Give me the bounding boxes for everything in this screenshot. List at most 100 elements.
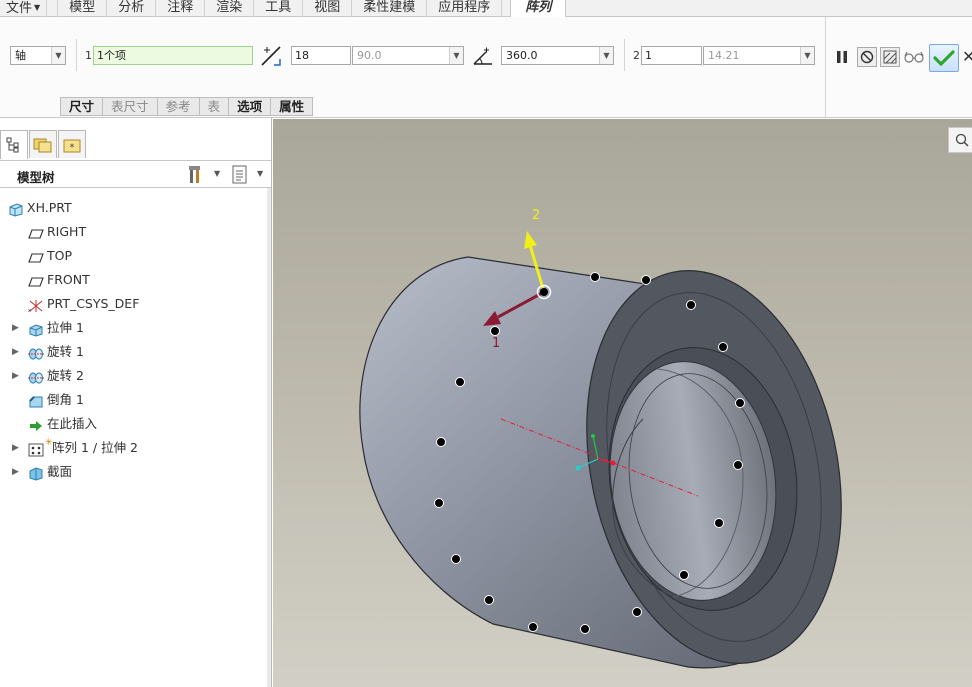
section-icon (28, 465, 44, 481)
pattern-member-point[interactable] (679, 570, 689, 580)
part-cylinder[interactable] (359, 247, 876, 687)
datum-plane-icon (28, 273, 44, 287)
tab-model-tree[interactable] (0, 130, 28, 159)
tree-item[interactable]: ▶ 旋转 2 (0, 364, 271, 388)
pattern-member-point[interactable] (434, 498, 444, 508)
subtab-dimensions[interactable]: 尺寸 (60, 97, 104, 116)
tab-favorites[interactable]: * (58, 130, 86, 158)
tree-item[interactable]: RIGHT (0, 220, 271, 244)
tab-folder-browser[interactable] (29, 130, 57, 158)
pattern-member-point[interactable] (484, 595, 494, 605)
no-preview-button[interactable] (857, 47, 877, 67)
model-tree-title: 模型树 (17, 170, 55, 185)
model-tree-icon (6, 137, 19, 153)
pattern-member-point[interactable] (733, 460, 743, 470)
subtab-table-dimensions[interactable]: 表尺寸 (103, 97, 158, 116)
tree-settings-tools-icon[interactable] (187, 164, 209, 186)
view-toolbar[interactable] (948, 127, 972, 153)
chevron-down-icon[interactable]: ▼ (257, 169, 263, 178)
pattern-member-point[interactable] (528, 622, 538, 632)
pattern-member-point[interactable] (490, 326, 500, 336)
pattern-member-point[interactable] (632, 607, 642, 617)
subtab-properties[interactable]: 属性 (271, 97, 314, 116)
pattern-member-point[interactable] (580, 624, 590, 634)
expand-arrow-icon[interactable]: ▶ (12, 340, 19, 364)
angle-increment-field[interactable]: 18 (291, 46, 351, 65)
direction1-members-field[interactable]: 1个项 (93, 46, 253, 65)
menu-file[interactable]: 文件 ▼ (0, 0, 48, 17)
menu-render[interactable]: 渲染 (205, 0, 255, 17)
no-preview-icon (860, 50, 874, 64)
pattern-member-point[interactable] (718, 342, 728, 352)
model-viewport[interactable]: 2 1 (273, 119, 972, 687)
tree-item[interactable]: ▶ 拉伸 1 (0, 316, 271, 340)
datum-plane-icon (28, 225, 44, 239)
pattern-member-point[interactable] (590, 272, 600, 282)
expand-arrow-icon[interactable]: ▶ (12, 460, 19, 484)
zoom-search-icon[interactable] (955, 133, 969, 147)
direction2-members-field[interactable]: 1 (641, 46, 702, 65)
tree-item[interactable]: ▶ ✳ 阵列 1 / 拉伸 2 (0, 436, 271, 460)
svg-text:x: x (28, 308, 31, 313)
menu-tools[interactable]: 工具 (254, 0, 304, 17)
subtab-tables[interactable]: 表 (199, 97, 230, 116)
verify-mode-button[interactable] (880, 47, 900, 67)
pattern-member-point[interactable] (641, 275, 651, 285)
tree-item[interactable]: ▶ 旋转 1 (0, 340, 271, 364)
menu-model[interactable]: 模型 (57, 0, 108, 17)
tree-item[interactable]: 在此插入 (0, 412, 271, 436)
datum-plane-icon (28, 249, 44, 263)
separator (624, 39, 625, 71)
subtab-references[interactable]: 参考 (157, 97, 200, 116)
expand-arrow-icon[interactable]: ▶ (12, 364, 19, 388)
expand-arrow-icon[interactable]: ▶ (12, 436, 19, 460)
tree-item[interactable]: FRONT (0, 268, 271, 292)
pattern-dashboard: 轴 ▼ 1 1个项 18 90.0 ▼ 360.0 ▼ 2 1 14.21 ▼ … (0, 17, 972, 118)
chevron-down-icon: ▼ (599, 47, 613, 64)
angle-total-select[interactable]: 360.0 ▼ (501, 46, 614, 65)
pause-icon (837, 51, 847, 63)
direction2-spacing-select[interactable]: 14.21 ▼ (703, 46, 815, 65)
tree-item[interactable]: XH.PRT (0, 196, 271, 220)
graphics-window[interactable]: 2 1 (273, 119, 972, 687)
direction1-label: 1 (492, 336, 500, 351)
pattern-member-point[interactable] (451, 554, 461, 564)
tree-item-label: FRONT (47, 272, 90, 287)
preview-glasses-button[interactable] (904, 47, 924, 67)
menu-analysis[interactable]: 分析 (107, 0, 157, 17)
cancel-button[interactable]: ✕ (962, 47, 972, 66)
folder-browser-icon (33, 138, 52, 152)
expand-arrow-icon[interactable]: ▶ (12, 316, 19, 340)
ok-button[interactable] (929, 44, 959, 72)
chevron-down-icon[interactable]: ▼ (214, 169, 220, 178)
angular-increment-icon[interactable] (260, 45, 282, 67)
tab-pattern[interactable]: 阵列 (510, 0, 567, 18)
pattern-member-point[interactable] (686, 300, 696, 310)
direction2-spacing-value: 14.21 (708, 49, 740, 62)
pattern-member-point[interactable] (735, 398, 745, 408)
menu-applications[interactable]: 应用程序 (427, 0, 503, 17)
menu-view[interactable]: 视图 (303, 0, 353, 17)
pattern-member-point[interactable] (714, 518, 724, 528)
pattern-type-select[interactable]: 轴 ▼ (10, 46, 66, 65)
menu-flexible-modeling[interactable]: 柔性建模 (352, 0, 428, 17)
tree-item-label: 倒角 1 (47, 392, 84, 407)
pattern-lead-point[interactable] (540, 288, 548, 296)
tree-show-icon[interactable] (231, 165, 249, 185)
angular-extent-icon[interactable] (472, 46, 494, 68)
pattern-member-point[interactable] (436, 437, 446, 447)
direction1-index: 1 (85, 49, 92, 62)
tree-item[interactable]: 倒角 1 (0, 388, 271, 412)
creo-window: 文件 ▼ 模型 分析 注释 渲染 工具 视图 柔性建模 应用程序 阵列 轴 ▼ 1… (0, 0, 972, 687)
pause-button[interactable] (832, 47, 852, 67)
chevron-down-icon: ▼ (449, 47, 463, 64)
tree-item[interactable]: x PRT_CSYS_DEF (0, 292, 271, 316)
angle-increment-suggest-select[interactable]: 90.0 ▼ (352, 46, 464, 65)
tree-item[interactable]: TOP (0, 244, 271, 268)
tree-item-label: 阵列 1 / 拉伸 2 (52, 440, 139, 455)
subtab-options[interactable]: 选项 (229, 97, 272, 116)
tree-item[interactable]: ▶ 截面 (0, 460, 271, 484)
navigator-scrollbar[interactable] (267, 188, 271, 687)
menu-annotate[interactable]: 注释 (156, 0, 206, 17)
pattern-member-point[interactable] (455, 377, 465, 387)
